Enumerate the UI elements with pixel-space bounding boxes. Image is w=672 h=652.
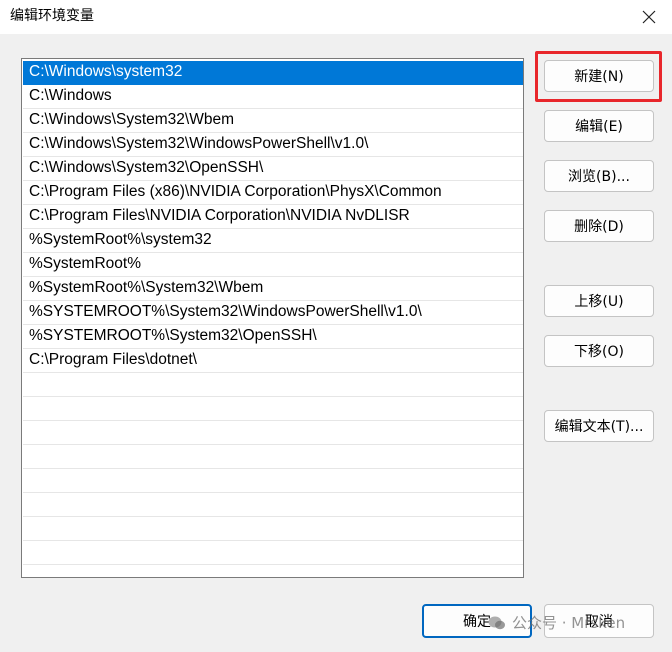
list-item[interactable]: C:\Windows\System32\Wbem: [23, 109, 523, 133]
watermark: 公众号 · Mrsken: [488, 612, 625, 633]
move-down-button[interactable]: 下移(O): [544, 335, 654, 367]
list-item[interactable]: C:\Program Files (x86)\NVIDIA Corporatio…: [23, 181, 523, 205]
list-item-empty[interactable]: [23, 469, 523, 493]
list-item[interactable]: C:\Windows: [23, 85, 523, 109]
list-item-empty[interactable]: [23, 397, 523, 421]
window-title: 编辑环境变量: [10, 8, 94, 24]
watermark-text: 公众号 · Mrsken: [512, 614, 626, 632]
list-item[interactable]: %SYSTEMROOT%\System32\OpenSSH\: [23, 325, 523, 349]
list-item[interactable]: C:\Windows\System32\WindowsPowerShell\v1…: [23, 133, 523, 157]
list-item[interactable]: %SYSTEMROOT%\System32\WindowsPowerShell\…: [23, 301, 523, 325]
move-up-button[interactable]: 上移(U): [544, 285, 654, 317]
list-item[interactable]: C:\Windows\system32: [23, 61, 523, 85]
list-item-empty[interactable]: [23, 373, 523, 397]
path-listbox[interactable]: C:\Windows\system32 C:\Windows C:\Windows\…: [21, 58, 524, 578]
browse-button[interactable]: 浏览(B)...: [544, 160, 654, 192]
delete-button[interactable]: 删除(D): [544, 210, 654, 242]
list-item[interactable]: %SystemRoot%: [23, 253, 523, 277]
list-item[interactable]: C:\Program Files\dotnet\: [23, 349, 523, 373]
edit-button[interactable]: 编辑(E): [544, 110, 654, 142]
list-item[interactable]: C:\Program Files\NVIDIA Corporation\NVID…: [23, 205, 523, 229]
close-icon: [642, 10, 656, 24]
new-button[interactable]: 新建(N): [544, 60, 654, 92]
list-item[interactable]: C:\Windows\System32\OpenSSH\: [23, 157, 523, 181]
close-button[interactable]: [626, 0, 672, 34]
title-bar: 编辑环境变量: [0, 0, 672, 34]
list-item[interactable]: %SystemRoot%\system32: [23, 229, 523, 253]
edit-text-button[interactable]: 编辑文本(T)...: [544, 410, 654, 442]
list-item[interactable]: %SystemRoot%\System32\Wbem: [23, 277, 523, 301]
list-item-empty[interactable]: [23, 445, 523, 469]
wechat-icon: [488, 615, 506, 631]
list-item-empty[interactable]: [23, 517, 523, 541]
list-item-empty[interactable]: [23, 541, 523, 565]
list-item-empty[interactable]: [23, 493, 523, 517]
list-item-empty[interactable]: [23, 421, 523, 445]
